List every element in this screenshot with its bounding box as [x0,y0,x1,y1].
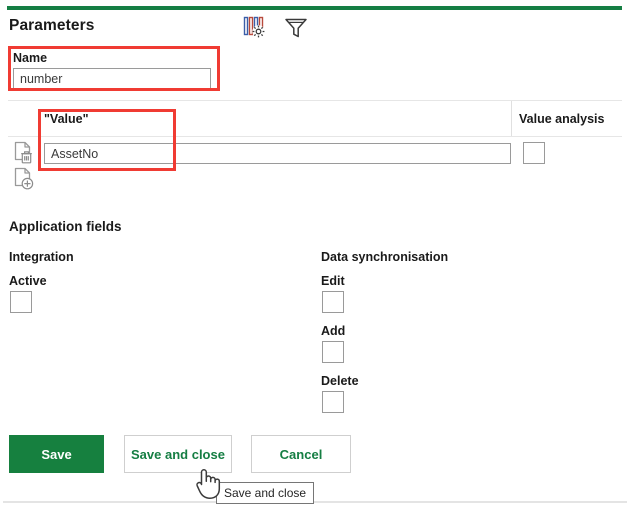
value-analysis-checkbox[interactable] [523,142,545,164]
page-title: Parameters [9,17,95,34]
parameters-page: Parameters Name number "Value" Value ana… [0,0,630,515]
add-row-icon[interactable] [11,166,37,192]
column-header-value: "Value" [44,112,89,126]
application-fields-title: Application fields [9,219,122,234]
cancel-button[interactable]: Cancel [251,435,351,473]
active-label: Active [9,274,47,288]
integration-title: Integration [9,250,74,264]
grid-header-bottom-rule [8,136,622,137]
data-synchronisation-title: Data synchronisation [321,250,449,264]
header-icon-group [240,13,310,41]
column-header-value-analysis: Value analysis [519,112,605,126]
delete-label: Delete [321,374,359,388]
column-settings-icon[interactable] [240,13,268,41]
top-accent-rule [7,6,622,10]
add-checkbox[interactable] [322,341,344,363]
value-input[interactable] [44,143,511,164]
active-checkbox[interactable] [10,291,32,313]
edit-checkbox[interactable] [322,291,344,313]
edit-label: Edit [321,274,345,288]
save-button[interactable]: Save [9,435,104,473]
name-field-label: Name [13,51,48,65]
filter-icon[interactable] [282,13,310,41]
save-and-close-button[interactable]: Save and close [124,435,232,473]
delete-row-icon[interactable] [11,140,37,166]
delete-checkbox[interactable] [322,391,344,413]
tooltip: Save and close [216,482,315,504]
grid-header-top-rule [8,100,622,101]
name-input[interactable] [13,68,211,89]
add-label: Add [321,324,346,338]
bottom-rule [3,501,627,503]
grid-column-separator [511,101,512,136]
